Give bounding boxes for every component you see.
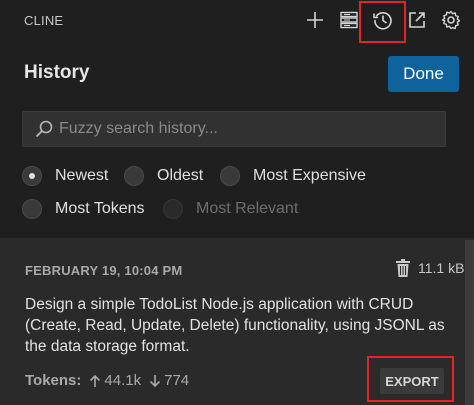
export-button[interactable]: EXPORT	[380, 368, 444, 394]
page-title: History	[24, 62, 90, 83]
history-item-tokens: Tokens: 44.1k 774	[25, 372, 197, 389]
sort-most-relevant-radio: Most Relevant	[163, 199, 298, 219]
top-bar: CLINE	[0, 0, 474, 40]
radio-indicator	[22, 166, 42, 186]
history-icon[interactable]	[369, 6, 397, 34]
radio-label: Most Tokens	[55, 200, 145, 217]
popout-icon[interactable]	[403, 6, 431, 34]
done-button[interactable]: Done	[388, 56, 459, 92]
tokens-label: Tokens:	[25, 372, 82, 389]
radio-label: Most Relevant	[196, 200, 299, 217]
file-size: 11.1 kB	[418, 260, 465, 276]
history-item-size: 11.1 kB	[396, 259, 464, 277]
arrow-down-icon	[149, 374, 161, 388]
sort-most-expensive-radio[interactable]: Most Expensive	[220, 166, 366, 186]
search-input[interactable]	[59, 120, 439, 138]
gear-icon[interactable]	[437, 6, 465, 34]
history-item-task: Design a simple TodoList Node.js applica…	[25, 296, 445, 355]
history-item-date: FEBRUARY 19, 10:04 PM	[25, 263, 183, 278]
server-icon[interactable]	[335, 6, 363, 34]
plus-icon[interactable]	[301, 6, 329, 34]
radio-label: Most Expensive	[253, 167, 366, 184]
app-title: CLINE	[24, 13, 64, 28]
search-box[interactable]	[22, 111, 446, 147]
sort-newest-radio[interactable]: Newest	[22, 166, 108, 186]
arrow-up-icon	[89, 374, 101, 388]
radio-indicator	[124, 166, 144, 186]
tokens-in: 44.1k	[104, 372, 142, 389]
search-icon	[33, 118, 55, 140]
radio-label: Oldest	[157, 167, 204, 184]
radio-indicator	[220, 166, 240, 186]
scrollbar-thumb[interactable]	[465, 240, 474, 405]
sort-oldest-radio[interactable]: Oldest	[124, 166, 203, 186]
radio-indicator	[22, 199, 42, 219]
tokens-out: 774	[164, 372, 190, 389]
radio-label: Newest	[55, 167, 109, 184]
radio-indicator	[163, 199, 183, 219]
trash-icon[interactable]	[396, 259, 410, 277]
sort-most-tokens-radio[interactable]: Most Tokens	[22, 199, 145, 219]
